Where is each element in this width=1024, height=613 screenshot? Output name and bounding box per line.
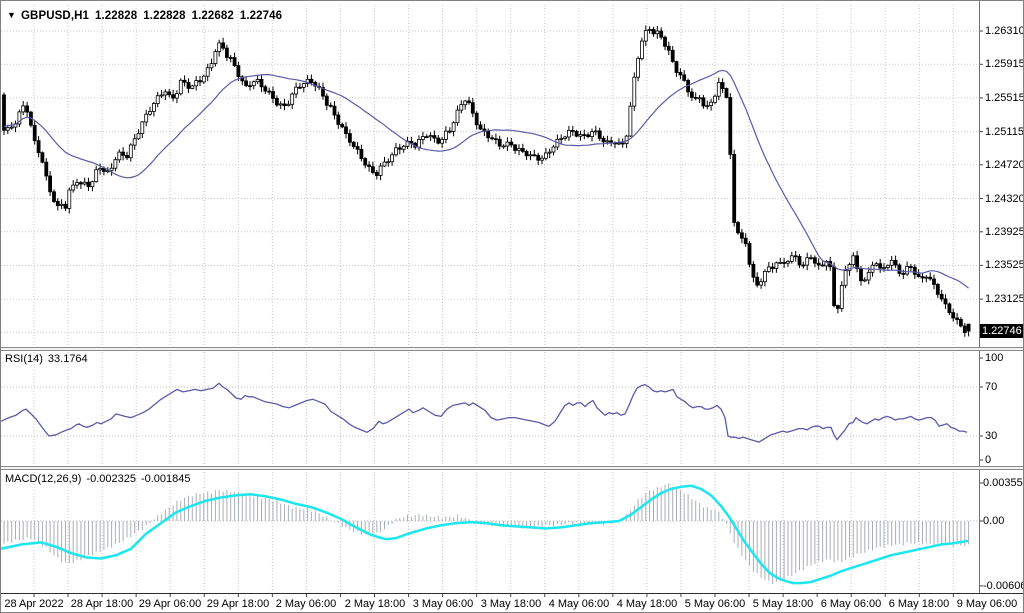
rsi-axis-label: 0 [985, 454, 991, 466]
time-axis-label: 29 Apr 06:00 [136, 598, 204, 610]
time-axis-label: 4 May 06:00 [545, 598, 613, 610]
rsi-indicator-label: RSI(14) 33.1764 [5, 353, 93, 365]
ohlc-close: 1.22746 [240, 10, 282, 22]
time-axis-label: 3 May 06:00 [409, 598, 477, 610]
macd-axis-label: -0.006061 [983, 580, 1024, 592]
pane-splitter-rsi[interactable] [1, 347, 1024, 351]
time-axis-label: 2 May 18:00 [341, 598, 409, 610]
macd-axis-label: 0.003552 [983, 477, 1024, 489]
pane-splitter-macd[interactable] [1, 466, 1024, 470]
time-axis-label: 28 Apr 2022 [0, 598, 68, 610]
time-axis-label: 6 May 06:00 [817, 598, 885, 610]
price-axis-label: 1.24720 [985, 159, 1024, 171]
macd-indicator-label: MACD(12,26,9) -0.002325 -0.001845 [5, 473, 196, 485]
macd-name: MACD(12,26,9) [5, 473, 81, 485]
rsi-axis-label: 70 [985, 381, 997, 393]
ohlc-low: 1.22682 [192, 10, 234, 22]
time-axis-label: 2 May 06:00 [272, 598, 340, 610]
price-axis-line [979, 1, 980, 593]
rsi-value: 33.1764 [48, 353, 88, 365]
price-axis-label: 1.24320 [985, 193, 1024, 205]
price-axis-label: 1.23125 [985, 293, 1024, 305]
current-price-tag: 1.22746 [980, 324, 1024, 338]
chart-header: ▼ GBPUSD,H1 1.22828 1.22828 1.22682 1.22746 [7, 10, 288, 22]
macd-axis-label: 0.00 [983, 515, 1004, 527]
time-axis-label: 9 May 06:00 [953, 598, 1021, 610]
rsi-axis-label: 100 [985, 352, 1003, 364]
price-axis-label: 1.25515 [985, 92, 1024, 104]
rsi-name: RSI(14) [5, 353, 43, 365]
symbol-timeframe-label: GBPUSD,H1 [21, 10, 89, 22]
trading-chart-window: ▼ GBPUSD,H1 1.22828 1.22828 1.22682 1.22746 R… [0, 0, 1024, 613]
time-axis-label: 5 May 18:00 [749, 598, 817, 610]
time-axis-label: 6 May 18:00 [885, 598, 953, 610]
price-axis-label: 1.23525 [985, 259, 1024, 271]
price-axis-label: 1.26310 [985, 25, 1024, 37]
macd-main-value: -0.002325 [86, 473, 136, 485]
time-axis-label: 5 May 06:00 [681, 598, 749, 610]
macd-signal-value: -0.001845 [141, 473, 191, 485]
chart-canvas[interactable] [1, 1, 1024, 613]
symbol-dropdown-arrow-icon[interactable]: ▼ [7, 10, 16, 20]
time-axis-label: 3 May 18:00 [477, 598, 545, 610]
current-price-value: 1.22746 [982, 325, 1022, 337]
price-axis-label: 1.25115 [985, 126, 1024, 138]
ohlc-high: 1.22828 [143, 10, 185, 22]
time-axis-label: 4 May 18:00 [613, 598, 681, 610]
price-axis-label: 1.23925 [985, 226, 1024, 238]
time-axis-label: 29 Apr 18:00 [204, 598, 272, 610]
time-axis-label: 28 Apr 18:00 [68, 598, 136, 610]
ohlc-open: 1.22828 [95, 10, 137, 22]
price-axis-label: 1.25915 [985, 58, 1024, 70]
rsi-axis-label: 30 [985, 430, 997, 442]
